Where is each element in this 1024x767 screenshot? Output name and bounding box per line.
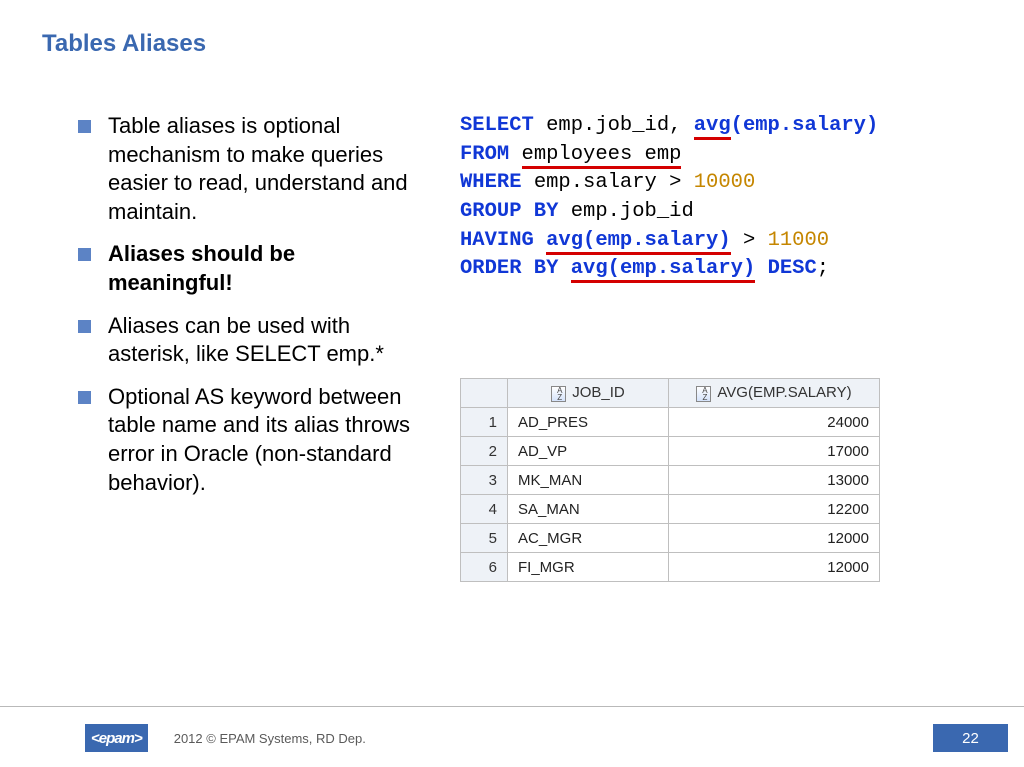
sql-line: WHERE emp.salary > 10000 [460, 169, 1000, 198]
cell-avg: 12000 [669, 524, 880, 553]
bullet-item: Aliases should be meaningful! [78, 240, 418, 297]
slide-title: Tables Aliases [42, 30, 206, 58]
copyright-text: 2012 © EPAM Systems, RD Dep. [174, 731, 366, 746]
left-column: Table aliases is optional mechanism to m… [78, 112, 418, 511]
sql-avg-func: avg [546, 229, 583, 255]
bullet-list: Table aliases is optional mechanism to m… [78, 112, 418, 497]
page-number: 22 [933, 724, 1008, 752]
row-number-header [461, 379, 508, 408]
table-row: 2 AD_VP 17000 [461, 437, 880, 466]
bullet-item: Aliases can be used with asterisk, like … [78, 312, 418, 369]
sql-line: FROM employees emp [460, 141, 1000, 170]
bullet-item: Optional AS keyword between table name a… [78, 383, 418, 497]
row-number: 6 [461, 553, 508, 582]
sql-text: emp.salary > [522, 171, 694, 194]
table-row: 6 FI_MGR 12000 [461, 553, 880, 582]
sql-text [558, 257, 570, 280]
sql-text: (emp.salary) [731, 114, 879, 137]
sql-text: emp.job_id [558, 200, 693, 223]
sql-code: SELECT emp.job_id, avg(emp.salary) FROM … [460, 112, 1000, 284]
sql-keyword-having: HAVING [460, 229, 534, 252]
sql-text: > [731, 229, 768, 252]
sort-icon[interactable]: AZ [551, 386, 566, 402]
row-number: 2 [461, 437, 508, 466]
sql-text [755, 257, 767, 280]
cell-job: AD_PRES [508, 408, 669, 437]
sort-icon[interactable]: AZ [696, 386, 711, 402]
footer: <epam> 2012 © EPAM Systems, RD Dep. [0, 724, 1024, 752]
column-header-label: JOB_ID [572, 384, 625, 401]
sql-keyword-desc: DESC [768, 257, 817, 280]
sql-table-alias: employees emp [522, 143, 682, 169]
sql-block: SELECT emp.job_id, avg(emp.salary) FROM … [460, 112, 1000, 284]
table-row: 4 SA_MAN 12200 [461, 495, 880, 524]
column-header-avg[interactable]: AZ AVG(EMP.SALARY) [669, 379, 880, 408]
sql-line: ORDER BY avg(emp.salary) DESC; [460, 255, 1000, 284]
table-row: 1 AD_PRES 24000 [461, 408, 880, 437]
table-row: 3 MK_MAN 13000 [461, 466, 880, 495]
cell-avg: 12200 [669, 495, 880, 524]
sql-line: HAVING avg(emp.salary) > 11000 [460, 227, 1000, 256]
table-body: 1 AD_PRES 24000 2 AD_VP 17000 3 MK_MAN 1… [461, 408, 880, 582]
row-number: 5 [461, 524, 508, 553]
sql-line: GROUP BY emp.job_id [460, 198, 1000, 227]
sql-avg-func: avg [694, 114, 731, 140]
column-header-label: AVG(EMP.SALARY) [717, 384, 851, 401]
sql-keyword-from: FROM [460, 143, 509, 166]
sql-text: emp.job_id, [534, 114, 694, 137]
cell-job: FI_MGR [508, 553, 669, 582]
epam-logo: <epam> [85, 724, 148, 752]
sql-keyword-orderby: ORDER BY [460, 257, 558, 280]
sql-text: (emp.salary) [583, 229, 731, 255]
sql-keyword-where: WHERE [460, 171, 522, 194]
cell-job: SA_MAN [508, 495, 669, 524]
sql-avg-func: avg [571, 257, 608, 283]
cell-avg: 13000 [669, 466, 880, 495]
cell-avg: 12000 [669, 553, 880, 582]
sql-line: SELECT emp.job_id, avg(emp.salary) [460, 112, 1000, 141]
sql-keyword-groupby: GROUP BY [460, 200, 558, 223]
row-number: 1 [461, 408, 508, 437]
cell-avg: 17000 [669, 437, 880, 466]
column-header-job[interactable]: AZ JOB_ID [508, 379, 669, 408]
cell-job: MK_MAN [508, 466, 669, 495]
sql-number: 11000 [768, 229, 830, 252]
sql-text: ; [817, 257, 829, 280]
sql-text [509, 143, 521, 166]
sql-text: (emp.salary) [608, 257, 756, 283]
row-number: 3 [461, 466, 508, 495]
sql-keyword-select: SELECT [460, 114, 534, 137]
sql-text [534, 229, 546, 252]
result-table: AZ JOB_ID AZ AVG(EMP.SALARY) 1 AD_PRES 240… [460, 378, 880, 582]
row-number: 4 [461, 495, 508, 524]
cell-job: AD_VP [508, 437, 669, 466]
table-header-row: AZ JOB_ID AZ AVG(EMP.SALARY) [461, 379, 880, 408]
cell-avg: 24000 [669, 408, 880, 437]
footer-divider [0, 706, 1024, 707]
table-row: 5 AC_MGR 12000 [461, 524, 880, 553]
cell-job: AC_MGR [508, 524, 669, 553]
bullet-item: Table aliases is optional mechanism to m… [78, 112, 418, 226]
sql-number: 10000 [694, 171, 756, 194]
